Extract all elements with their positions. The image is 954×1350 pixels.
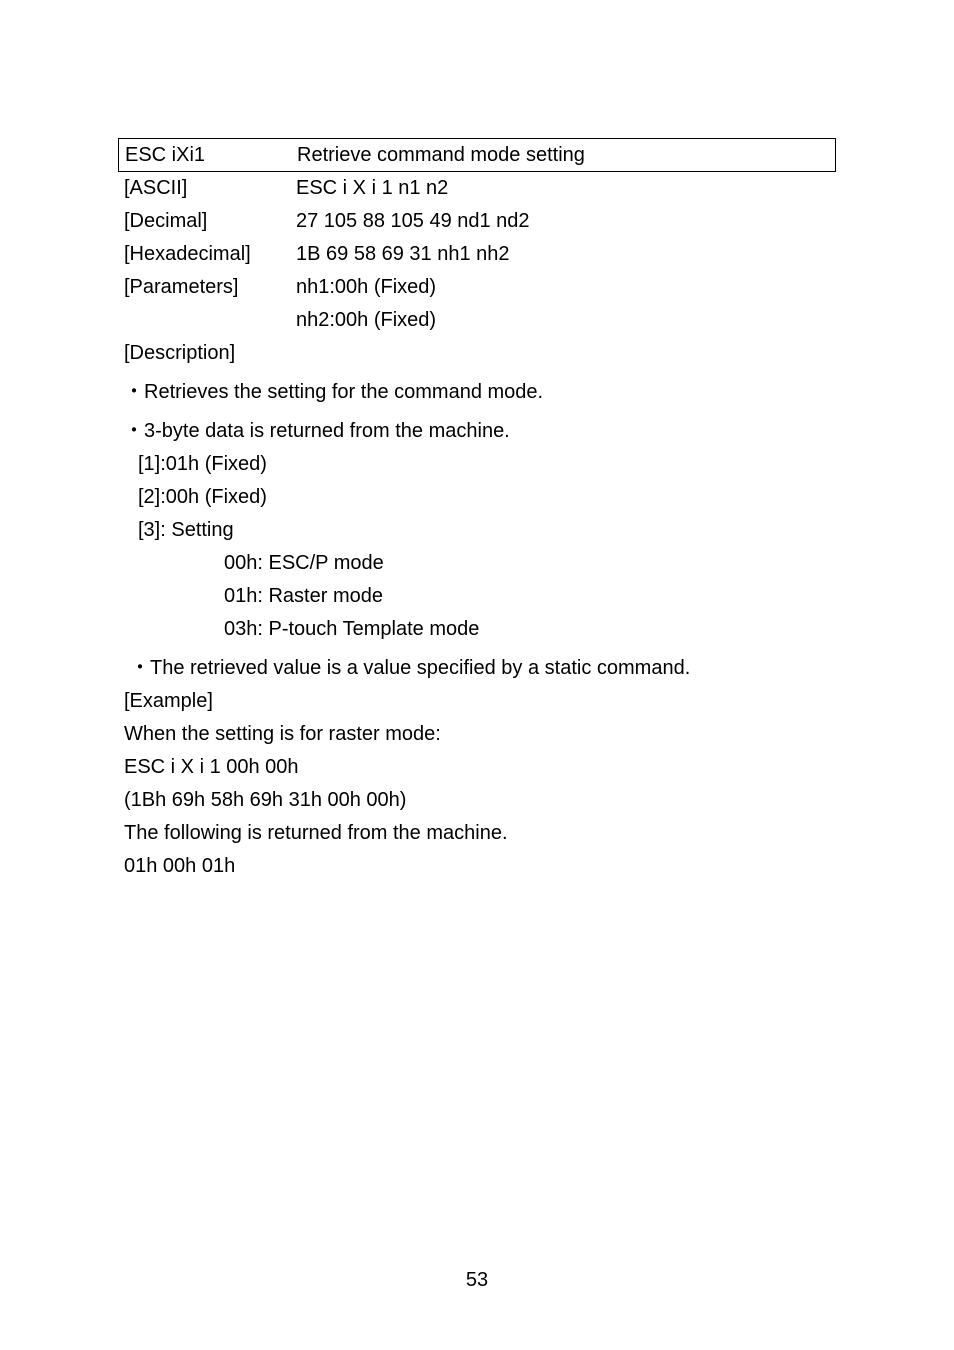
command-code: ESC iXi1 — [125, 144, 297, 167]
def-row-decimal: [Decimal] 27 105 88 105 49 nd1 nd2 — [118, 205, 836, 238]
example-line-5: 01h 00h 01h — [118, 850, 836, 883]
example-heading: [Example] — [118, 685, 836, 718]
command-title: Retrieve command mode setting — [297, 144, 829, 167]
def-row-ascii: [ASCII] ESC i X i 1 n1 n2 — [118, 172, 836, 205]
def-value: nh2:00h (Fixed) — [296, 309, 830, 332]
def-value: 27 105 88 105 49 nd1 nd2 — [296, 210, 830, 233]
def-value: nh1:00h (Fixed) — [296, 276, 830, 299]
setting-01h: 01h: Raster mode — [118, 580, 836, 613]
def-row-hex: [Hexadecimal] 1B 69 58 69 31 nh1 nh2 — [118, 238, 836, 271]
def-label: [Hexadecimal] — [124, 243, 296, 266]
example-line-3: (1Bh 69h 58h 69h 31h 00h 00h) — [118, 784, 836, 817]
def-label: [Decimal] — [124, 210, 296, 233]
byte-2: [2]:00h (Fixed) — [118, 481, 836, 514]
def-row-params-1: [Parameters] nh1:00h (Fixed) — [118, 271, 836, 304]
byte-3: [3]: Setting — [118, 514, 836, 547]
description-bullet-2: ・3-byte data is returned from the machin… — [118, 409, 836, 448]
def-label: [ASCII] — [124, 177, 296, 200]
page-number: 53 — [0, 1269, 954, 1292]
def-value: 1B 69 58 69 31 nh1 nh2 — [296, 243, 830, 266]
def-row-params-2: nh2:00h (Fixed) — [118, 304, 836, 337]
def-value: ESC i X i 1 n1 n2 — [296, 177, 830, 200]
description-bullet-1: ・Retrieves the setting for the command m… — [118, 370, 836, 409]
page-container: ESC iXi1 Retrieve command mode setting [… — [0, 0, 954, 1350]
command-header-row: ESC iXi1 Retrieve command mode setting — [118, 138, 836, 172]
description-heading: [Description] — [118, 337, 836, 370]
example-line-2: ESC i X i 1 00h 00h — [118, 751, 836, 784]
example-line-4: The following is returned from the machi… — [118, 817, 836, 850]
def-label — [124, 309, 296, 332]
setting-03h: 03h: P-touch Template mode — [118, 613, 836, 646]
def-label: [Parameters] — [124, 276, 296, 299]
setting-00h: 00h: ESC/P mode — [118, 547, 836, 580]
byte-1: [1]:01h (Fixed) — [118, 448, 836, 481]
example-line-1: When the setting is for raster mode: — [118, 718, 836, 751]
description-bullet-3: ・The retrieved value is a value specifie… — [118, 646, 836, 685]
